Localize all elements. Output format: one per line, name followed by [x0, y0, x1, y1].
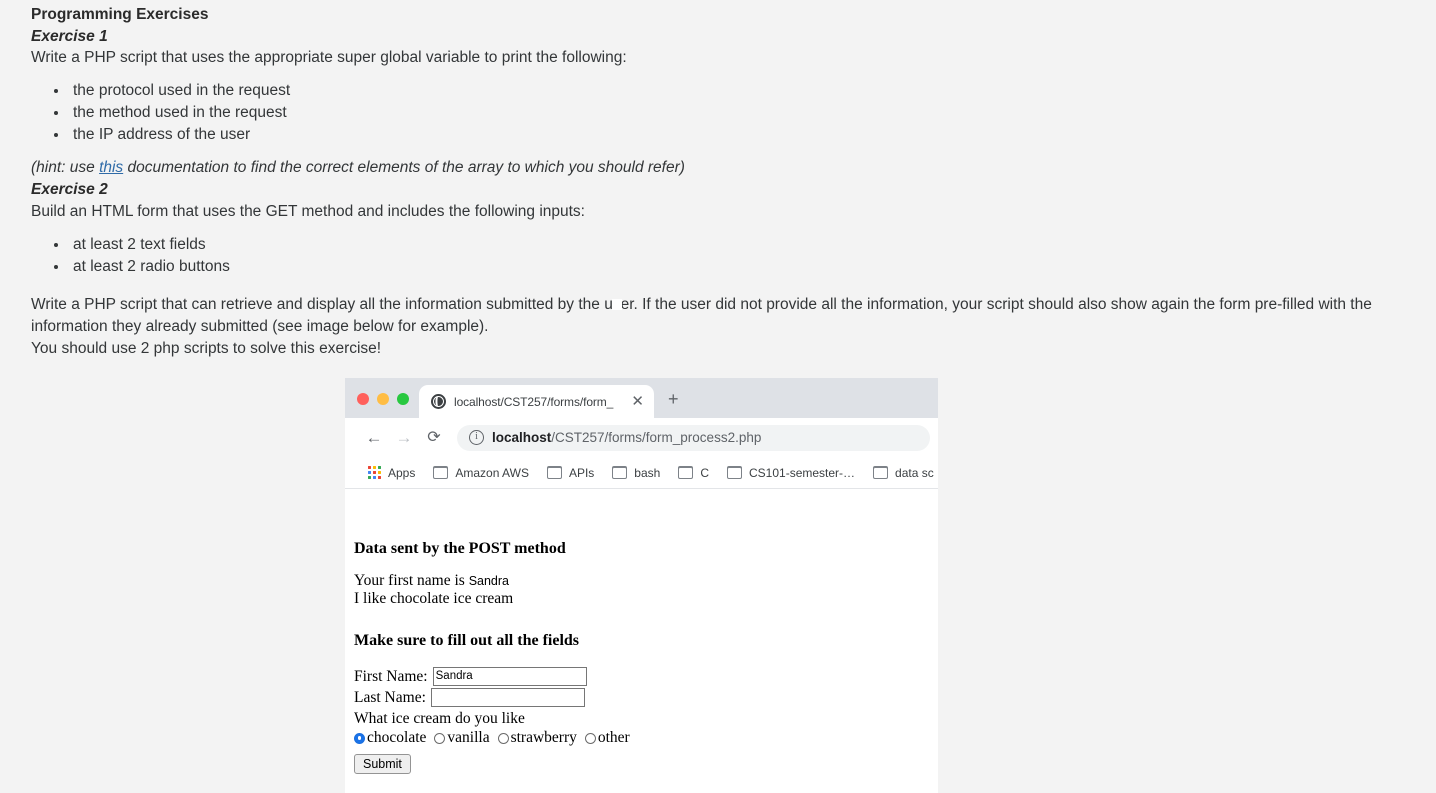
capture-artifact [612, 299, 622, 310]
list-item: the IP address of the user [69, 124, 1428, 146]
forward-button-icon[interactable]: → [389, 429, 419, 446]
first-name-value: Sandra [468, 574, 509, 588]
radio-button-icon[interactable] [354, 732, 365, 744]
exercise-1-hint: (hint: use this documentation to find th… [31, 157, 1428, 179]
radio-button-icon[interactable] [584, 732, 596, 744]
minimize-window-icon[interactable] [377, 393, 389, 405]
folder-icon [546, 466, 562, 479]
radio-option-chocolate[interactable]: chocolate [354, 729, 426, 747]
bookmarks-bar: Apps Amazon AWS APIs bash C CS101-semest… [345, 457, 938, 489]
exercise-2-paragraph: Write a PHP script that can retrieve and… [31, 295, 1372, 335]
hint-documentation-link[interactable]: this [99, 159, 123, 176]
list-item: the method used in the request [69, 102, 1428, 124]
bookmark-label: bash [634, 465, 661, 480]
last-name-label: Last Name: [354, 688, 426, 706]
first-name-output: Your first name is Sandra [354, 572, 938, 590]
radio-label: chocolate [367, 729, 427, 746]
ice-cream-question-label: What ice cream do you like [354, 710, 525, 727]
post-data-heading: Data sent by the POST method [354, 540, 566, 557]
folder-icon [611, 466, 628, 479]
browser-screenshot-image: localhost/CST257/forms/form_ ✕ + ← → ⟳ i… [345, 378, 938, 793]
exercise-2-heading: Exercise 2 [31, 181, 108, 198]
bookmark-cs101-semester[interactable]: CS101-semester-… [718, 466, 864, 480]
bookmark-label: C [700, 465, 709, 480]
bookmark-amazon-aws[interactable]: Amazon AWS [424, 466, 538, 480]
address-bar-url: localhost/CST257/forms/form_process2.php [492, 430, 761, 445]
radio-label: strawberry [510, 729, 577, 746]
form-heading: Make sure to fill out all the fields [354, 632, 580, 649]
radio-option-vanilla[interactable]: vanilla [434, 729, 490, 747]
address-bar[interactable]: i localhost/CST257/forms/form_process2.p… [457, 424, 930, 451]
bookmark-label: CS101-semester-… [749, 465, 856, 480]
ice-cream-radio-group: chocolate vanilla strawberry other [354, 729, 938, 747]
exercise-1-intro: Write a PHP script that uses the appropr… [31, 49, 627, 66]
browser-tab[interactable]: localhost/CST257/forms/form_ ✕ [419, 385, 654, 418]
assignment-document: Programming Exercises Exercise 1 Write a… [0, 0, 1436, 360]
radio-option-other[interactable]: other [584, 729, 630, 747]
hint-text-before: (hint: use [31, 159, 100, 176]
globe-favicon-icon [431, 394, 446, 409]
radio-button-icon[interactable] [434, 732, 446, 744]
bookmark-apis[interactable]: APIs [538, 466, 603, 480]
new-tab-button[interactable]: + [668, 390, 679, 408]
bookmark-label: data sc [895, 465, 934, 480]
list-item: at least 2 text fields [69, 234, 1428, 256]
exercise-1-bullet-list: the protocol used in the request the met… [31, 80, 1428, 146]
browser-tab-title: localhost/CST257/forms/form_ [454, 394, 614, 409]
bookmark-data-sc[interactable]: data sc [864, 466, 938, 480]
bookmark-label: Amazon AWS [455, 465, 529, 480]
radio-label: other [597, 729, 630, 746]
maximize-window-icon[interactable] [397, 393, 409, 405]
folder-icon [872, 466, 889, 479]
rendered-php-page: Data sent by the POST method Your first … [345, 489, 938, 793]
list-item: the protocol used in the request [69, 80, 1428, 102]
back-button-icon[interactable]: ← [359, 429, 389, 446]
bookmark-label: Apps [388, 465, 416, 480]
folder-icon [726, 466, 742, 479]
close-tab-icon[interactable]: ✕ [627, 394, 648, 409]
url-path: /CST257/forms/form_process2.php [551, 430, 762, 445]
radio-label: vanilla [447, 729, 490, 746]
bookmark-bash[interactable]: bash [603, 466, 669, 480]
first-name-input[interactable] [432, 667, 587, 686]
exercise-1-heading: Exercise 1 [31, 27, 108, 45]
browser-tab-strip: localhost/CST257/forms/form_ ✕ + [345, 378, 938, 418]
bookmark-apps[interactable]: Apps [359, 466, 424, 480]
url-host: localhost [492, 430, 552, 445]
exercise-2-closing: You should use 2 php scripts to solve th… [31, 339, 382, 357]
first-name-label: First Name: [354, 667, 428, 685]
folder-icon [432, 466, 449, 479]
reload-button-icon[interactable]: ⟳ [419, 429, 449, 446]
hint-text-after: documentation to find the correct elemen… [123, 159, 685, 176]
close-window-icon[interactable] [357, 393, 369, 405]
bookmark-label: APIs [568, 465, 595, 480]
apps-grid-icon [368, 466, 381, 479]
first-name-row: First Name: [354, 667, 938, 686]
radio-button-icon[interactable] [497, 732, 509, 744]
folder-icon [677, 466, 694, 479]
last-name-input[interactable] [430, 688, 585, 707]
page-title: Programming Exercises [31, 6, 209, 23]
first-name-prefix: Your first name is [354, 572, 469, 589]
list-item: at least 2 radio buttons [69, 256, 1428, 278]
last-name-row: Last Name: [354, 688, 938, 707]
window-controls [345, 393, 419, 418]
browser-toolbar: ← → ⟳ i localhost/CST257/forms/form_proc… [345, 418, 938, 457]
submit-button[interactable]: Submit [354, 754, 411, 774]
bookmark-c[interactable]: C [669, 466, 718, 480]
radio-option-strawberry[interactable]: strawberry [497, 729, 577, 747]
exercise-2-bullet-list: at least 2 text fields at least 2 radio … [31, 234, 1428, 278]
exercise-2-intro: Build an HTML form that uses the GET met… [31, 202, 585, 220]
ice-cream-output: I like chocolate ice cream [354, 590, 514, 607]
site-info-icon[interactable]: i [469, 430, 484, 445]
